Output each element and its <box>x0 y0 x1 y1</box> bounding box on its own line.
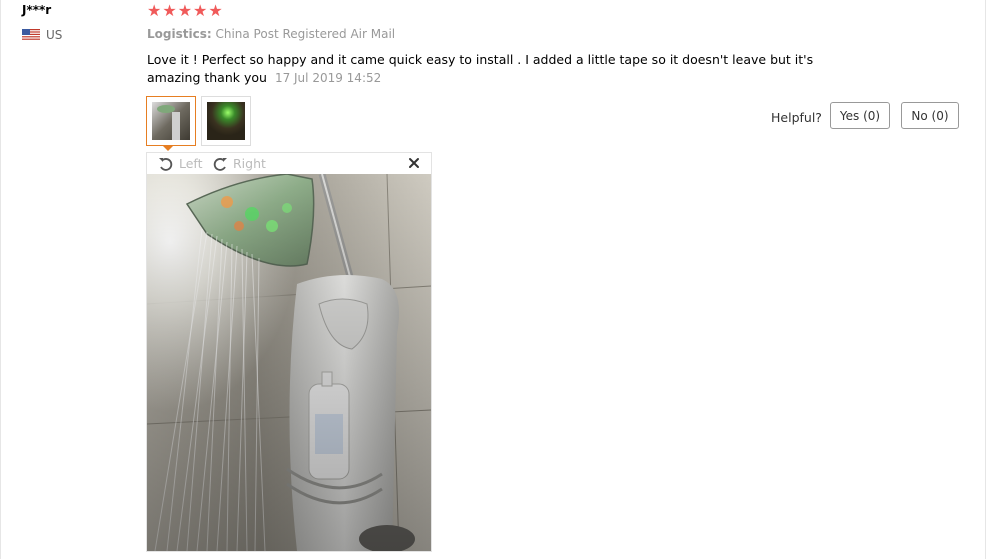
rotate-right-button[interactable]: Right <box>211 153 266 174</box>
star-icon: ★ <box>162 1 177 20</box>
review-photo-large <box>147 174 431 551</box>
selected-thumbnail-pointer <box>162 145 174 151</box>
logistics-label: Logistics: <box>147 27 212 41</box>
star-icon: ★ <box>193 1 208 20</box>
helpful-label: Helpful? <box>771 110 822 125</box>
star-rating: ★ ★ ★ ★ ★ <box>147 2 223 20</box>
rotate-left-icon <box>159 157 173 171</box>
review-photo-thumbnail-1[interactable] <box>146 96 196 146</box>
reviewer-country: US <box>22 28 62 42</box>
helpful-no-button[interactable]: No (0) <box>901 102 959 129</box>
us-flag-icon <box>22 29 40 41</box>
review-text: Love it ! Perfect so happy and it came q… <box>147 52 814 85</box>
star-icon: ★ <box>208 1 223 20</box>
star-icon: ★ <box>147 1 162 20</box>
reviewer-name: J***r <box>22 3 52 17</box>
rotate-left-button[interactable]: Left <box>157 153 203 174</box>
helpful-yes-button[interactable]: Yes (0) <box>830 102 890 129</box>
rotate-left-label: Left <box>179 156 203 171</box>
photo-viewer-toolbar: Left Right <box>147 153 431 174</box>
star-icon: ★ <box>177 1 193 20</box>
close-icon[interactable] <box>406 155 422 171</box>
photo-viewer: Left Right <box>146 152 432 552</box>
rotate-right-label: Right <box>233 156 266 171</box>
shower-photo-thumbnail <box>152 102 190 140</box>
green-light-photo-thumbnail <box>207 102 245 140</box>
frame-border-left <box>0 0 1 559</box>
logistics-info: Logistics: China Post Registered Air Mai… <box>147 27 395 41</box>
rotate-right-icon <box>213 157 227 171</box>
country-code: US <box>46 28 63 42</box>
review-photo-thumbnail-2[interactable] <box>201 96 251 146</box>
review-date: 17 Jul 2019 14:52 <box>274 71 382 85</box>
review-body: Love it ! Perfect so happy and it came q… <box>147 51 847 87</box>
logistics-value: China Post Registered Air Mail <box>215 27 396 41</box>
